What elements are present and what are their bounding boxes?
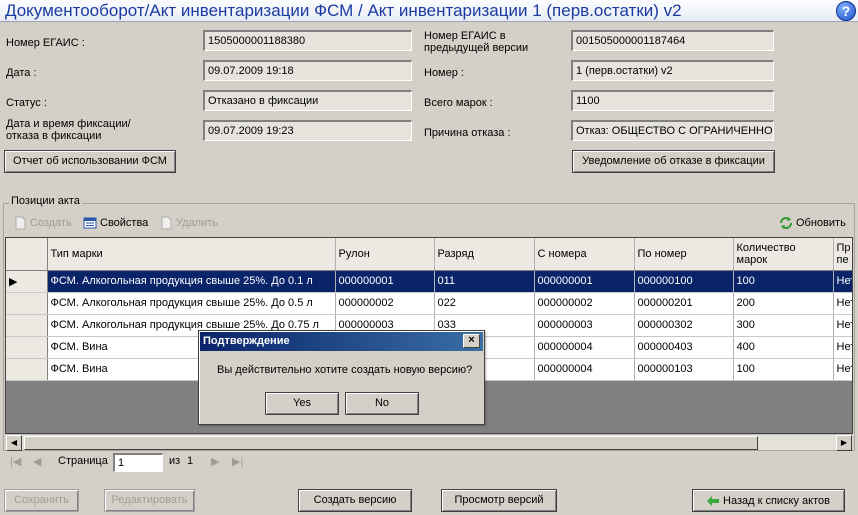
dialog-message: Вы действительно хотите создать новую ве… xyxy=(217,364,473,376)
table-row[interactable]: ▶ ФСМ. Алкогольная продукция свыше 25%. … xyxy=(6,270,852,293)
confirmation-dialog: Подтверждение × Вы действительно хотите … xyxy=(198,330,485,425)
grid-header-row: Тип марки Рулон Разряд С номера По номер… xyxy=(6,238,852,271)
properties-icon xyxy=(83,217,97,229)
cell-extra[interactable]: Нет xyxy=(833,270,852,293)
cell-to-number[interactable]: 000000403 xyxy=(634,336,734,359)
prev-egais-label: Номер ЕГАИС в предыдущей версии xyxy=(424,30,529,54)
column-header-mark-type[interactable]: Тип марки xyxy=(47,238,336,271)
positions-group-title: Позиции акта xyxy=(9,195,82,207)
no-button[interactable]: No xyxy=(345,392,419,415)
fixation-date-label: Дата и время фиксации/ отказа в фиксации xyxy=(6,118,131,142)
cell-mark-count[interactable]: 100 xyxy=(733,358,834,381)
window-title: Документооборот/Акт инвентаризации ФСМ /… xyxy=(5,1,682,20)
reject-reason-label: Причина отказа : xyxy=(424,127,511,139)
column-header-from-number[interactable]: С номера xyxy=(534,238,635,271)
cell-from-number[interactable]: 000000002 xyxy=(534,292,635,315)
new-document-icon xyxy=(15,216,26,230)
row-indicator xyxy=(6,336,48,359)
cell-mark-count[interactable]: 200 xyxy=(733,292,834,315)
cell-mark-count[interactable]: 100 xyxy=(733,270,834,293)
edit-button[interactable]: Редактировать xyxy=(104,489,195,512)
cell-to-number[interactable]: 000000201 xyxy=(634,292,734,315)
dialog-title: Подтверждение xyxy=(203,335,290,347)
cell-category[interactable]: 011 xyxy=(434,270,535,293)
view-versions-button[interactable]: Просмотр версий xyxy=(441,489,557,512)
scrollbar-thumb[interactable] xyxy=(24,436,758,450)
table-row[interactable]: ФСМ. Алкогольная продукция свыше 25%. До… xyxy=(6,292,852,315)
fsm-usage-report-button[interactable]: Отчет об использовании ФСМ xyxy=(4,150,176,173)
create-position-button[interactable]: Создать xyxy=(13,216,72,230)
cell-from-number[interactable]: 000000003 xyxy=(534,314,635,337)
cell-category[interactable]: 022 xyxy=(434,292,535,315)
page-number-input[interactable]: 1 xyxy=(113,453,163,472)
prev-egais-field[interactable]: 001505000001187464 xyxy=(571,30,774,51)
refresh-icon xyxy=(780,217,792,229)
yes-button[interactable]: Yes xyxy=(265,392,339,415)
cell-roll[interactable]: 000000002 xyxy=(335,292,435,315)
close-icon[interactable]: × xyxy=(463,334,480,348)
total-marks-label: Всего марок : xyxy=(424,97,493,109)
cell-from-number[interactable]: 000000004 xyxy=(534,358,635,381)
cell-from-number[interactable]: 000000001 xyxy=(534,270,635,293)
back-to-list-button[interactable]: Назад к списку актов xyxy=(692,489,845,512)
cell-mark-count[interactable]: 400 xyxy=(733,336,834,359)
back-arrow-icon xyxy=(707,495,720,506)
cell-to-number[interactable]: 000000100 xyxy=(634,270,734,293)
egais-number-field[interactable]: 1505000001188380 xyxy=(203,30,412,51)
column-header-mark-count[interactable]: Количество марок xyxy=(733,238,834,271)
save-button[interactable]: Сохранить xyxy=(4,489,79,512)
column-header-truncated[interactable]: Пр пе xyxy=(833,238,852,271)
of-label: из xyxy=(169,455,181,467)
cell-mark-type[interactable]: ФСМ. Алкогольная продукция свыше 25%. До… xyxy=(47,292,336,315)
create-version-button[interactable]: Создать версию xyxy=(298,489,412,512)
cell-extra[interactable]: Нет xyxy=(833,358,852,381)
cell-extra[interactable]: Нет xyxy=(833,292,852,315)
last-page-icon[interactable]: ▶| xyxy=(232,455,243,468)
cell-mark-type[interactable]: ФСМ. Алкогольная продукция свыше 25%. До… xyxy=(47,270,336,293)
cell-from-number[interactable]: 000000004 xyxy=(534,336,635,359)
previous-page-icon[interactable]: ◀ xyxy=(33,455,41,468)
current-row-indicator-icon: ▶ xyxy=(6,270,48,293)
number-field[interactable]: 1 (перв.остатки) v2 xyxy=(571,60,774,81)
row-indicator xyxy=(6,358,48,381)
refresh-button[interactable]: Обновить xyxy=(779,216,846,230)
properties-button[interactable]: Свойства xyxy=(83,216,148,230)
column-header-to-number[interactable]: По номер xyxy=(634,238,734,271)
status-field[interactable]: Отказано в фиксации xyxy=(203,90,412,111)
row-indicator xyxy=(6,292,48,315)
title-bar: Документооборот/Акт инвентаризации ФСМ /… xyxy=(0,0,858,22)
cell-mark-count[interactable]: 300 xyxy=(733,314,834,337)
column-header-roll[interactable]: Рулон xyxy=(335,238,435,271)
dialog-title-bar: Подтверждение xyxy=(200,332,483,351)
page-label: Страница xyxy=(58,455,108,467)
total-marks-field[interactable]: 1100 xyxy=(571,90,774,111)
date-label: Дата : xyxy=(6,67,37,79)
number-label: Номер : xyxy=(424,67,464,79)
rejection-notice-button[interactable]: Уведомление об отказе в фиксации xyxy=(572,150,775,173)
cell-to-number[interactable]: 000000103 xyxy=(634,358,734,381)
horizontal-scrollbar[interactable]: ◀ ▶ xyxy=(6,434,852,451)
column-header-category[interactable]: Разряд xyxy=(434,238,535,271)
delete-document-icon xyxy=(161,216,172,230)
total-pages: 1 xyxy=(187,455,194,467)
cell-to-number[interactable]: 000000302 xyxy=(634,314,734,337)
row-indicator xyxy=(6,314,48,337)
fixation-date-field[interactable]: 09.07.2009 19:23 xyxy=(203,120,412,141)
status-label: Статус : xyxy=(6,97,47,109)
reject-reason-field[interactable]: Отказ: ОБЩЕСТВО С ОГРАНИЧЕННОЙ ОТВЕТСТВЕ… xyxy=(571,120,774,141)
row-indicator-header xyxy=(6,238,48,271)
cell-extra[interactable]: Нет xyxy=(833,314,852,337)
first-page-icon[interactable]: |◀ xyxy=(10,455,21,468)
delete-position-button[interactable]: Удалить xyxy=(159,216,218,230)
next-page-icon[interactable]: ▶ xyxy=(211,455,219,468)
cell-roll[interactable]: 000000001 xyxy=(335,270,435,293)
help-icon[interactable]: ? xyxy=(836,1,856,21)
egais-number-label: Номер ЕГАИС : xyxy=(6,37,85,49)
scroll-right-icon[interactable]: ▶ xyxy=(836,435,852,451)
date-field[interactable]: 09.07.2009 19:18 xyxy=(203,60,412,81)
cell-extra[interactable]: Нет xyxy=(833,336,852,359)
scroll-left-icon[interactable]: ◀ xyxy=(6,435,22,451)
